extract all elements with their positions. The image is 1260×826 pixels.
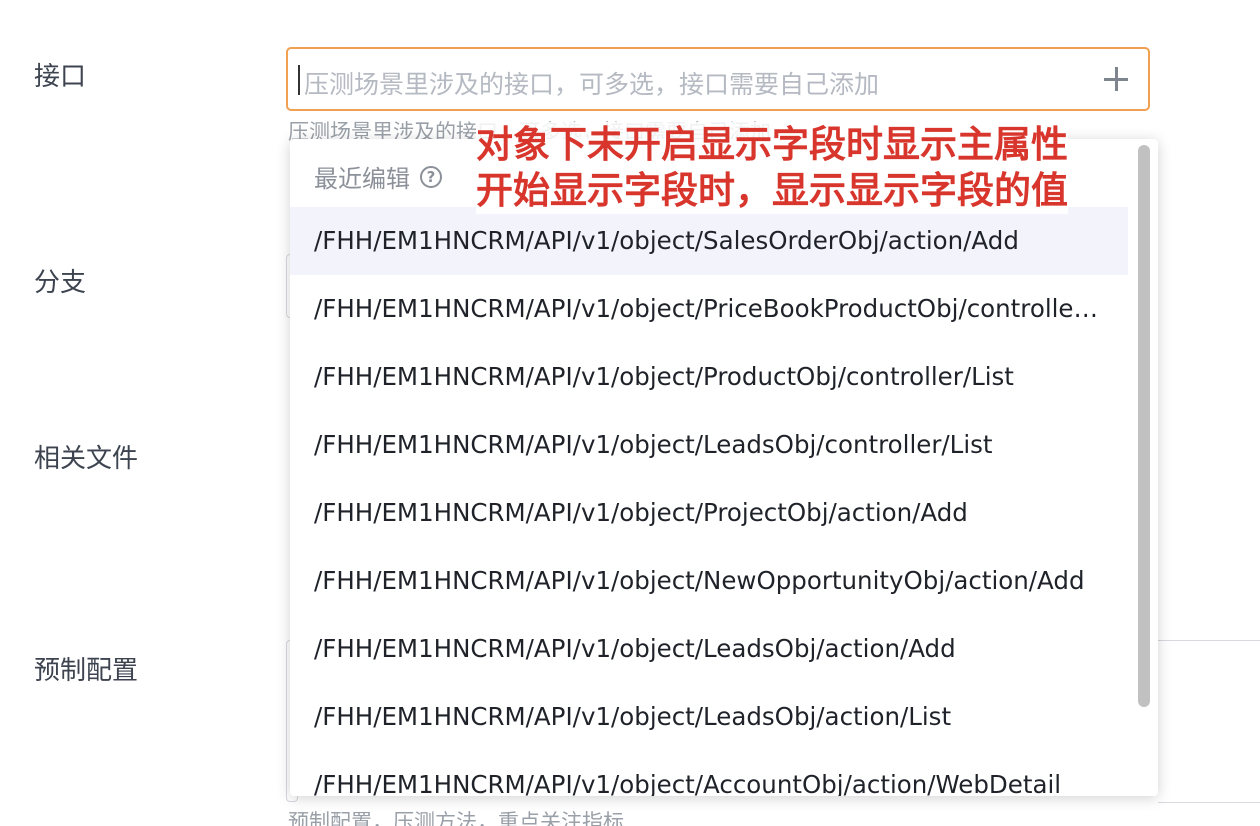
label-api: 接口 <box>34 62 87 92</box>
preset-editor-bottom-border <box>1158 802 1260 803</box>
text-caret <box>298 65 300 95</box>
api-select-input[interactable]: 压测场景里涉及的接口，可多选，接口需要自己添加 <box>286 47 1150 111</box>
label-branch: 分支 <box>34 268 87 298</box>
label-related-files: 相关文件 <box>34 444 139 474</box>
dropdown-scrollbar[interactable] <box>1138 145 1150 707</box>
annotation-line-2: 开始显示字段时，显示显示字段的值 <box>476 168 1068 214</box>
dropdown-item[interactable]: /FHH/EM1HNCRM/API/v1/object/AccountObj/a… <box>290 751 1128 796</box>
api-input-placeholder: 压测场景里涉及的接口，可多选，接口需要自己添加 <box>304 70 880 99</box>
preset-hint: 预制配置，压测方法，重点关注指标 <box>288 810 624 826</box>
red-annotation: 对象下未开启显示字段时显示主属性 开始显示字段时，显示显示字段的值 <box>476 122 1136 214</box>
plus-icon[interactable] <box>1104 67 1128 91</box>
annotation-line-1: 对象下未开启显示字段时显示主属性 <box>476 122 1068 168</box>
dropdown-item[interactable]: /FHH/EM1HNCRM/API/v1/object/LeadsObj/act… <box>290 683 1128 751</box>
dropdown-item[interactable]: /FHH/EM1HNCRM/API/v1/object/LeadsObj/act… <box>290 615 1128 683</box>
question-circle-icon[interactable]: ? <box>420 165 442 188</box>
dropdown-item[interactable]: /FHH/EM1HNCRM/API/v1/object/PriceBookPro… <box>290 275 1128 343</box>
recent-edits-label: 最近编辑 <box>314 165 410 193</box>
api-dropdown-menu: 最近编辑 ? /FHH/EM1HNCRM/API/v1/object/Sales… <box>290 139 1158 796</box>
preset-editor-top-border <box>1158 640 1260 641</box>
dropdown-item[interactable]: /FHH/EM1HNCRM/API/v1/object/ProjectObj/a… <box>290 479 1128 547</box>
dropdown-item[interactable]: /FHH/EM1HNCRM/API/v1/object/SalesOrderOb… <box>290 207 1128 275</box>
label-preset-config: 预制配置 <box>34 656 139 686</box>
dropdown-item[interactable]: /FHH/EM1HNCRM/API/v1/object/LeadsObj/con… <box>290 411 1128 479</box>
recent-edits-header: 最近编辑 ? <box>314 159 442 194</box>
dropdown-item[interactable]: /FHH/EM1HNCRM/API/v1/object/ProductObj/c… <box>290 343 1128 411</box>
dropdown-item[interactable]: /FHH/EM1HNCRM/API/v1/object/NewOpportuni… <box>290 547 1128 615</box>
